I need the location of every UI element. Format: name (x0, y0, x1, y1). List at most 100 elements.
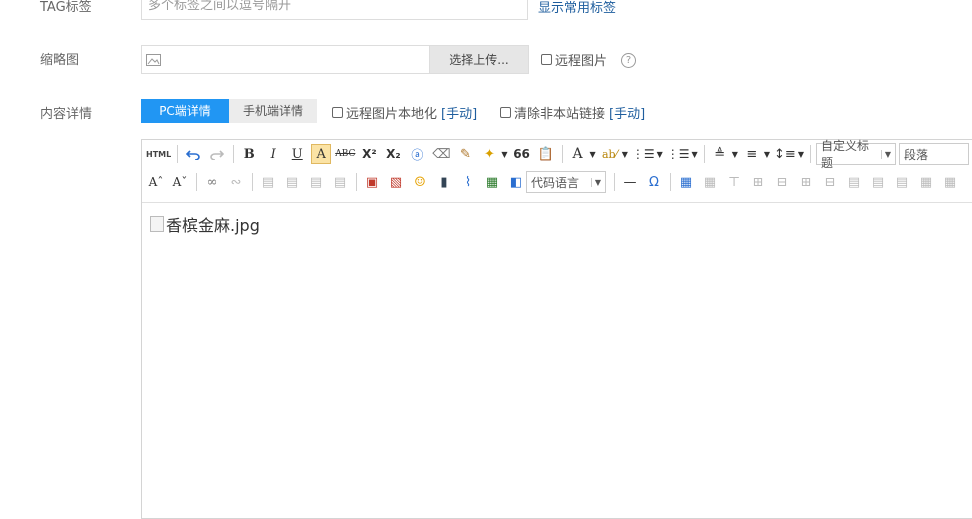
custom-title-dropdown[interactable]: 自定义标题 ▼ (815, 139, 896, 170)
paste-plain-icon[interactable]: 📋 (536, 144, 556, 164)
checkbox-box[interactable] (332, 107, 343, 118)
html-source-button[interactable]: HTML (146, 144, 171, 164)
insert-paragraph-before-table-icon[interactable]: ⊤ (724, 172, 744, 192)
line-height-icon[interactable]: ↕≡ (774, 144, 796, 164)
merge-down-icon[interactable]: ▤ (892, 172, 912, 192)
blockquote-button[interactable]: 66 (512, 144, 532, 164)
bold-button[interactable]: B (239, 144, 259, 164)
map-icon[interactable]: ▦ (482, 172, 502, 192)
delete-col-icon[interactable]: ⊟ (820, 172, 840, 192)
code-language-dropdown[interactable]: 代码语言 ▼ (526, 171, 606, 193)
dropdown-arrow-icon[interactable]: ▼ (798, 150, 804, 159)
delete-row-icon[interactable]: ⊟ (772, 172, 792, 192)
italic-button[interactable]: I (263, 144, 283, 164)
insert-table-icon[interactable]: ▦ (676, 172, 696, 192)
magic-wand-icon[interactable]: ✦ (479, 144, 499, 164)
split-cells-icon[interactable]: ▦ (916, 172, 936, 192)
dropdown-arrow-icon[interactable]: ▼ (622, 150, 628, 159)
upload-button[interactable]: 选择上传... (429, 45, 529, 74)
clear-links-checkbox[interactable]: 清除非本站链接 [手动] (500, 103, 645, 122)
ordered-list-icon[interactable]: ⋮☰ (632, 144, 655, 164)
tag-input[interactable]: 多个标签之间以逗号隔开 (141, 0, 528, 20)
content-image-alt: 香槟金麻.jpg (166, 216, 260, 235)
row-spacing-bottom-icon[interactable]: ≡ (742, 144, 762, 164)
editor-content[interactable]: 香槟金麻.jpg (150, 212, 260, 236)
dropdown-arrow-icon[interactable]: ▼ (732, 150, 738, 159)
insert-col-icon[interactable]: ⊞ (796, 172, 816, 192)
separator (809, 145, 811, 163)
dropdown-arrow-icon[interactable]: ▼ (657, 150, 663, 159)
align-center-icon[interactable]: ▤ (282, 172, 302, 192)
emoticon-icon[interactable]: ☺ (410, 172, 430, 192)
separator (703, 145, 705, 163)
content-label: 内容详情 (40, 107, 93, 122)
video-icon[interactable]: ▮ (434, 172, 454, 192)
localize-remote-checkbox[interactable]: 远程图片本地化 [手动] (332, 103, 477, 122)
clear-links-label: 清除非本站链接 (514, 107, 606, 122)
merge-cells-icon[interactable]: ▤ (844, 172, 864, 192)
undo-icon[interactable] (183, 144, 203, 164)
toolbar-row-2: Aˆ Aˇ ∞ ∾ ▤ ▤ ▤ ▤ ▣ ▧ ☺ ▮ ⌇ ▦ ◧ 代码语言 ▼ — … (146, 170, 964, 194)
dropdown-arrow-icon[interactable]: ▼ (764, 150, 770, 159)
insert-row-icon[interactable]: ⊞ (748, 172, 768, 192)
broken-image-icon (150, 216, 164, 232)
link-icon[interactable]: ∞ (202, 172, 222, 192)
attachment-icon[interactable]: ⌇ (458, 172, 478, 192)
superscript-button[interactable]: X² (359, 144, 379, 164)
highlight-color-icon[interactable]: ab⁄ (600, 144, 620, 164)
align-justify-icon[interactable]: ▤ (330, 172, 350, 192)
eraser-icon[interactable]: ⌫ (431, 144, 451, 164)
separator (356, 173, 357, 191)
special-chars-button[interactable]: Ω (644, 172, 664, 192)
unlink-icon[interactable]: ∾ (226, 172, 246, 192)
remote-image-checkbox[interactable]: 远程图片 (541, 50, 607, 69)
dropdown-arrow-icon[interactable]: ▼ (501, 150, 507, 159)
localize-remote-manual-link[interactable]: [手动] (441, 103, 477, 122)
insert-image-icon[interactable]: ▣ (362, 172, 382, 192)
row-spacing-top-icon[interactable]: ≜ (710, 144, 730, 164)
tag-label: TAG标签 (40, 0, 92, 15)
dropdown-arrow-icon[interactable]: ▼ (590, 177, 601, 187)
align-right-icon[interactable]: ▤ (306, 172, 326, 192)
thumb-label: 缩略图 (40, 53, 80, 68)
rich-text-editor: HTML B I U A ABC X² X₂ ⓐ ⌫ ✎ ✦ ▼ 66 📋 A ▼ … (141, 139, 972, 519)
subscript-button[interactable]: X₂ (383, 144, 403, 164)
strikethrough-button[interactable]: ABC (335, 144, 355, 164)
separator (561, 145, 563, 163)
editor-toolbar: HTML B I U A ABC X² X₂ ⓐ ⌫ ✎ ✦ ▼ 66 📋 A ▼ … (142, 139, 972, 203)
delete-table-icon[interactable]: ▦ (700, 172, 720, 192)
dropdown-arrow-icon[interactable]: ▼ (692, 150, 698, 159)
separator (233, 145, 235, 163)
thumbnail-input[interactable] (141, 45, 430, 74)
insert-code-icon[interactable]: ◧ (506, 172, 526, 192)
font-size-up-icon[interactable]: Aˆ (146, 172, 166, 192)
unordered-list-icon[interactable]: ⋮☰ (667, 144, 690, 164)
redo-icon[interactable] (207, 144, 227, 164)
tab-mobile-details[interactable]: 手机端详情 (229, 99, 317, 123)
checkbox-box[interactable] (500, 107, 511, 118)
format-brush-icon[interactable]: ✎ (455, 144, 475, 164)
tab-pc-details[interactable]: PC端详情 (141, 99, 229, 123)
font-color-button[interactable]: A (568, 144, 588, 164)
font-border-button[interactable]: A (311, 144, 332, 164)
paragraph-value: 段落 (903, 147, 928, 162)
multi-image-icon[interactable]: ▧ (386, 172, 406, 192)
toolbar-row-1: HTML B I U A ABC X² X₂ ⓐ ⌫ ✎ ✦ ▼ 66 📋 A ▼ … (146, 139, 969, 170)
dropdown-arrow-icon[interactable]: ▼ (880, 149, 891, 159)
dropdown-arrow-icon[interactable]: ▼ (590, 150, 596, 159)
paragraph-dropdown[interactable]: 段落 (898, 143, 969, 165)
help-icon[interactable]: ? (621, 53, 636, 68)
checkbox-box[interactable] (541, 54, 552, 65)
horizontal-rule-icon[interactable]: — (620, 172, 640, 192)
font-size-down-icon[interactable]: Aˇ (170, 172, 190, 192)
localize-remote-label: 远程图片本地化 (346, 107, 438, 122)
autotypeset-icon[interactable]: ⓐ (407, 144, 427, 164)
tag-placeholder: 多个标签之间以逗号隔开 (148, 0, 292, 13)
show-common-tags-link[interactable]: 显示常用标签 (538, 0, 616, 16)
code-language-value: 代码语言 (531, 175, 580, 190)
clear-links-manual-link[interactable]: [手动] (609, 103, 645, 122)
merge-right-icon[interactable]: ▤ (868, 172, 888, 192)
split-rows-icon[interactable]: ▦ (940, 172, 960, 192)
align-left-icon[interactable]: ▤ (258, 172, 278, 192)
underline-button[interactable]: U (287, 144, 307, 164)
